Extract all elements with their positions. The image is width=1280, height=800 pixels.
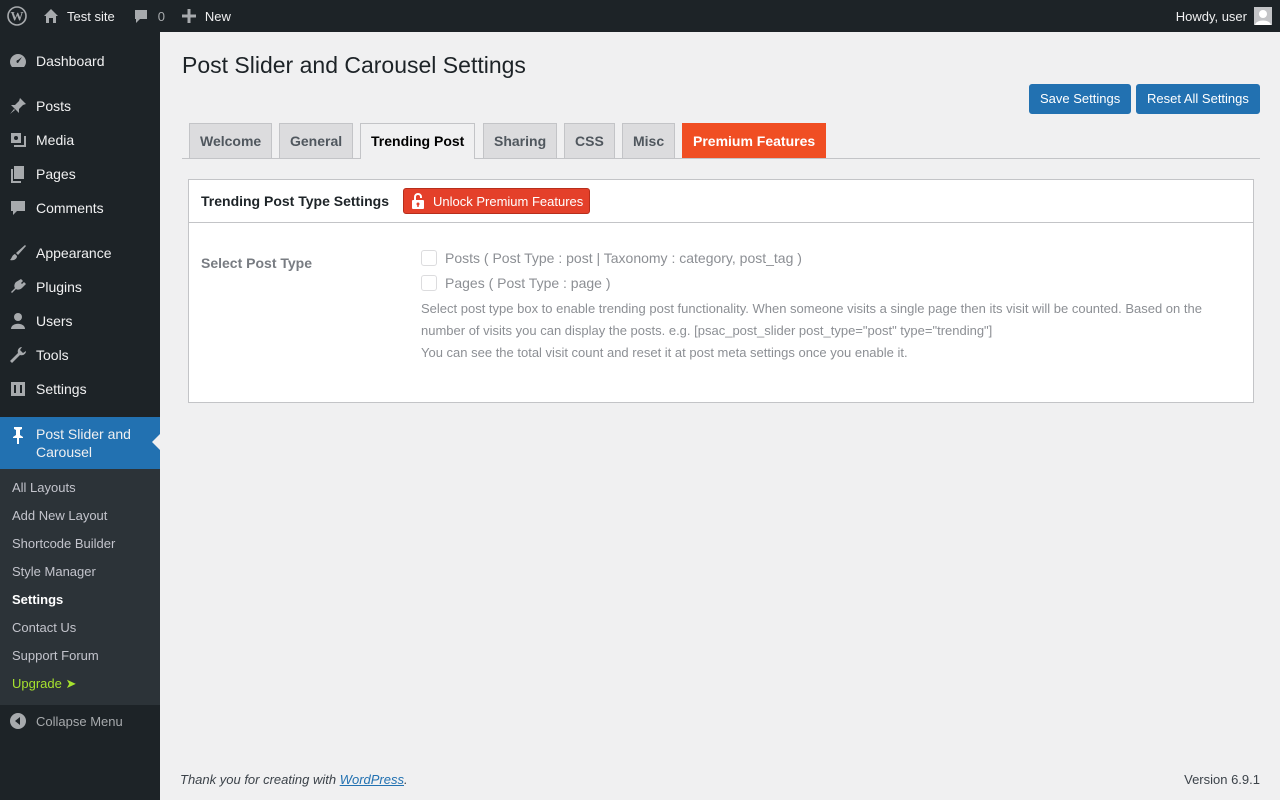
submenu-item-support-forum[interactable]: Support Forum [12,646,99,666]
home-icon [44,9,58,23]
pages-option[interactable]: Pages ( Post Type : page ) [421,275,611,291]
footer-thanks-suffix: . [404,772,408,787]
pages-checkbox[interactable] [421,275,437,291]
sidebar-item-label: Post Slider and Carousel [36,426,131,460]
sidebar-item-label: Tools [36,347,69,363]
sidebar-item-pages[interactable]: Pages [0,157,160,191]
sidebar-item-label: Settings [36,381,87,397]
footer-thanks: Thank you for creating with WordPress. [180,772,408,787]
unlock-premium-label: Unlock Premium Features [432,193,584,209]
wrench-icon [0,345,36,365]
wordpress-logo-icon[interactable]: W [1,0,33,32]
new-content-link[interactable]: New [181,0,231,32]
media-icon [0,130,36,150]
trending-settings-panel: Trending Post Type Settings Unlock Premi… [188,179,1254,403]
plus-icon [181,9,196,23]
sidebar-item-users[interactable]: Users [0,304,160,338]
posts-checkbox[interactable] [421,250,437,266]
submenu-item-settings[interactable]: Settings [12,590,63,610]
collapse-menu-button[interactable]: Collapse Menu [0,709,123,733]
panel-title: Trending Post Type Settings [201,193,389,209]
reset-all-settings-button[interactable]: Reset All Settings [1136,84,1260,114]
comment-icon [134,10,147,23]
sidebar-item-dashboard[interactable]: Dashboard [0,44,160,78]
footer-version: Version 6.9.1 [1184,772,1260,787]
main-content: Post Slider and Carousel Settings Save S… [160,32,1280,800]
sidebar-item-label: Dashboard [36,53,105,69]
comments-link[interactable]: 0 [133,0,165,32]
avatar [1254,7,1272,25]
sidebar-item-posts[interactable]: Posts [0,89,160,123]
wordpress-link[interactable]: WordPress [340,772,404,787]
tab-welcome[interactable]: Welcome [189,123,273,158]
sidebar-item-label: Posts [36,98,72,114]
sidebar-item-tools[interactable]: Tools [0,338,160,372]
description-line: You can see the total visit count and re… [421,345,908,360]
new-label: New [204,8,231,24]
admin-sidebar: Dashboard Posts Media Pages Comments App… [0,32,160,800]
collapse-arrow-icon [0,712,36,730]
pin-icon [0,96,36,116]
sidebar-item-comments[interactable]: Comments [0,191,160,225]
pages-option-label: Pages ( Post Type : page ) [445,275,611,291]
post-type-description: Select post type box to enable trending … [421,298,1241,364]
footer-thanks-prefix: Thank you for creating with [180,772,340,787]
site-name: Test site [67,8,115,24]
tab-trending-post[interactable]: Trending Post [360,123,476,159]
sidebar-item-label: Media [36,132,75,148]
account-menu[interactable]: Howdy, user [1176,0,1272,32]
comments-count: 0 [157,8,165,24]
submenu-item-add-new-layout[interactable]: Add New Layout [12,506,107,526]
tab-general[interactable]: General [279,123,354,158]
lock-icon [411,193,424,209]
dashboard-icon [0,51,36,71]
tab-premium-features[interactable]: Premium Features [682,123,827,158]
sidebar-item-label: Plugins [36,279,82,295]
admin-bar: W Test site 0 New Howdy, user [0,0,1280,32]
posts-option[interactable]: Posts ( Post Type : post | Taxonomy : ca… [421,250,802,266]
comment-icon [0,198,36,218]
pages-icon [0,164,36,184]
tab-misc[interactable]: Misc [622,123,676,158]
save-settings-button[interactable]: Save Settings [1029,84,1132,114]
svg-text:W: W [11,9,24,24]
settings-icon [0,379,36,399]
page-title: Post Slider and Carousel Settings [182,52,526,78]
tab-sharing[interactable]: Sharing [483,123,558,158]
sidebar-item-media[interactable]: Media [0,123,160,157]
submenu-item-contact-us[interactable]: Contact Us [12,618,76,638]
sidebar-item-plugins[interactable]: Plugins [0,270,160,304]
sidebar-item-appearance[interactable]: Appearance [0,236,160,270]
select-post-type-label: Select Post Type [201,255,313,271]
sidebar-item-label: Appearance [36,245,112,261]
posts-option-label: Posts ( Post Type : post | Taxonomy : ca… [445,250,802,266]
howdy-text: Howdy, user [1175,8,1247,24]
submenu: All Layouts Add New Layout Shortcode Bui… [0,469,160,705]
user-avatar-icon [1255,10,1271,25]
panel-header: Trending Post Type Settings Unlock Premi… [189,180,1253,223]
plug-icon [0,277,36,297]
unlock-premium-button[interactable]: Unlock Premium Features [402,188,591,214]
collapse-menu-label: Collapse Menu [36,713,123,729]
site-name-link[interactable]: Test site [43,0,115,32]
submenu-item-style-manager[interactable]: Style Manager [12,562,96,582]
description-line: Select post type box to enable trending … [421,301,1202,338]
tab-css[interactable]: CSS [564,123,615,158]
brush-icon [0,243,36,263]
settings-tabs: Welcome General Trending Post Sharing CS… [182,123,1260,159]
sidebar-item-label: Users [36,313,73,329]
submenu-item-upgrade[interactable]: Upgrade ➤ [12,674,76,694]
user-icon [0,311,36,331]
submenu-item-shortcode-builder[interactable]: Shortcode Builder [12,534,115,554]
submenu-item-all-layouts[interactable]: All Layouts [12,478,76,498]
sidebar-item-post-slider-carousel[interactable]: Post Slider and Carousel [0,417,160,469]
sidebar-item-label: Pages [36,166,76,182]
pin-icon [0,425,36,445]
sidebar-item-label: Comments [36,200,104,216]
sidebar-item-settings[interactable]: Settings [0,372,160,406]
